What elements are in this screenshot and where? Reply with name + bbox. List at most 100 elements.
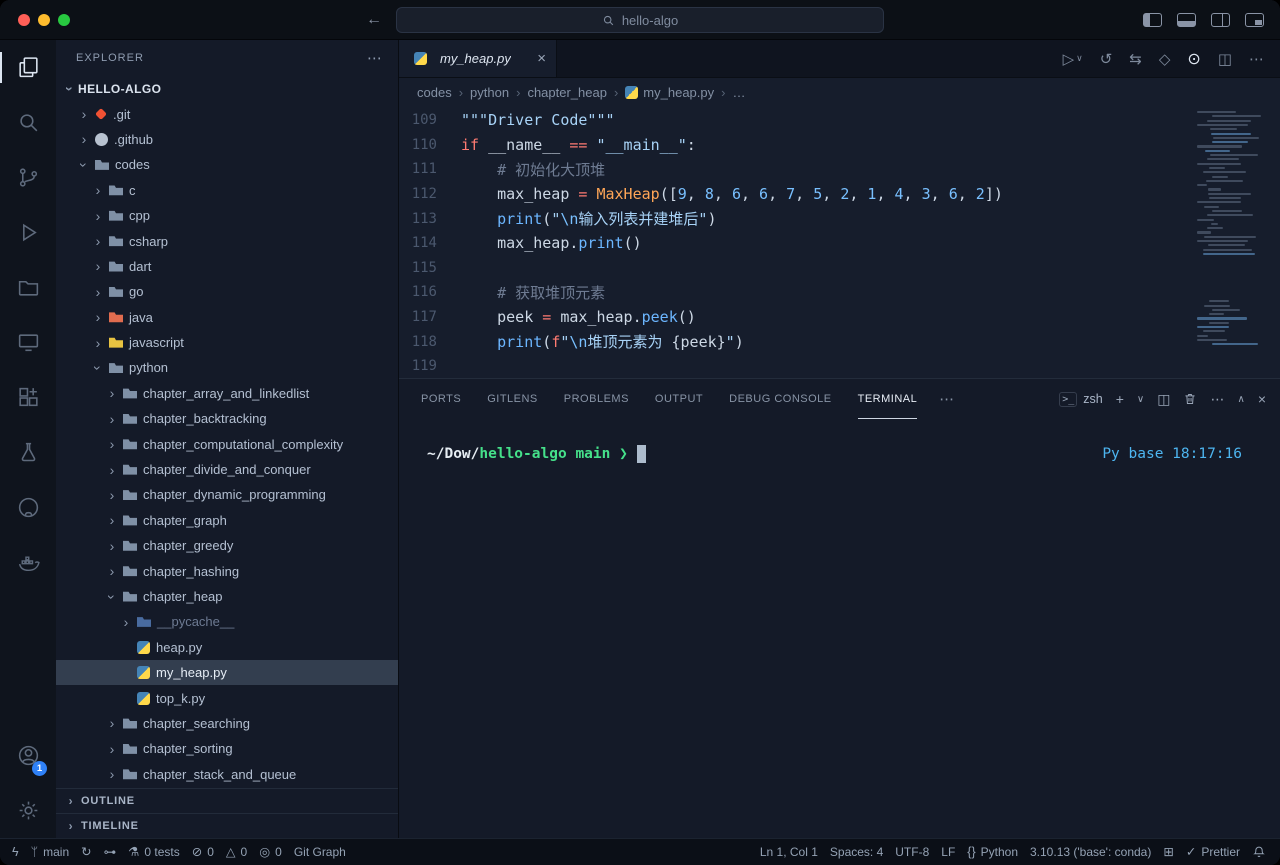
run-and-debug-icon[interactable] bbox=[0, 205, 56, 260]
panel-tab-problems[interactable]: PROBLEMS bbox=[564, 379, 629, 419]
tree-item-chapter_heap[interactable]: ›chapter_heap bbox=[56, 584, 398, 609]
local-history-icon[interactable]: ↺ bbox=[1100, 50, 1113, 68]
panel-tab-output[interactable]: OUTPUT bbox=[655, 379, 703, 419]
tree-item-chapter_stack_and_queue[interactable]: ›chapter_stack_and_queue bbox=[56, 762, 398, 787]
tree-item-.git[interactable]: ›.git bbox=[56, 101, 398, 126]
test-results[interactable]: ⚗0 tests bbox=[122, 839, 186, 865]
tree-item-__pycache__[interactable]: ›__pycache__ bbox=[56, 609, 398, 634]
new-terminal-button[interactable]: + bbox=[1116, 391, 1124, 407]
explorer-more-actions-icon[interactable]: ⋯ bbox=[367, 49, 382, 67]
remote-explorer-icon[interactable] bbox=[0, 315, 56, 370]
toggle-panel-icon[interactable] bbox=[1177, 13, 1196, 27]
prettier-status[interactable]: ✓Prettier bbox=[1180, 839, 1246, 865]
panel-tab-debug-console[interactable]: DEBUG CONSOLE bbox=[729, 379, 831, 419]
tree-item-chapter_divide_and_conquer[interactable]: ›chapter_divide_and_conquer bbox=[56, 457, 398, 482]
tree-item-chapter_graph[interactable]: ›chapter_graph bbox=[56, 508, 398, 533]
git-graph-icon-item[interactable]: ⊶ bbox=[98, 839, 123, 865]
customize-layout-icon[interactable] bbox=[1245, 13, 1264, 27]
breadcrumb-item-python[interactable]: python bbox=[470, 85, 509, 100]
github-icon[interactable] bbox=[0, 480, 56, 535]
close-panel-icon[interactable]: × bbox=[1258, 391, 1266, 407]
close-window-button[interactable] bbox=[18, 14, 30, 26]
remote-indicator[interactable]: ϟ bbox=[6, 839, 25, 865]
timeline-section-header[interactable]: › TIMELINE bbox=[56, 813, 398, 838]
docker-icon[interactable] bbox=[0, 535, 56, 590]
kill-terminal-button[interactable] bbox=[1183, 392, 1197, 406]
source-control-icon[interactable] bbox=[0, 150, 56, 205]
tree-item-chapter_hashing[interactable]: ›chapter_hashing bbox=[56, 558, 398, 583]
tree-item-c[interactable]: ›c bbox=[56, 178, 398, 203]
navigate-back-button[interactable]: ← bbox=[366, 11, 382, 29]
zoom-window-button[interactable] bbox=[58, 14, 70, 26]
minimap[interactable] bbox=[1194, 108, 1268, 358]
extension-status-icon[interactable]: ⊞ bbox=[1157, 839, 1179, 865]
tree-item-.github[interactable]: ›.github bbox=[56, 127, 398, 152]
breadcrumb-item-chapter-heap[interactable]: chapter_heap bbox=[527, 85, 607, 100]
tree-item-top_k.py[interactable]: ›top_k.py bbox=[56, 685, 398, 710]
project-folders-icon[interactable] bbox=[0, 260, 56, 315]
terminal-cursor[interactable] bbox=[637, 445, 646, 463]
cursor-position[interactable]: Ln 1, Col 1 bbox=[754, 839, 824, 865]
maximize-panel-icon[interactable]: ∧ bbox=[1237, 394, 1244, 405]
tree-item-chapter_backtracking[interactable]: ›chapter_backtracking bbox=[56, 406, 398, 431]
git-branch[interactable]: ᛘmain bbox=[25, 839, 76, 865]
errors[interactable]: ⊘0 bbox=[186, 839, 220, 865]
tree-item-chapter_computational_complexity[interactable]: ›chapter_computational_complexity bbox=[56, 431, 398, 456]
tree-item-java[interactable]: ›java bbox=[56, 305, 398, 330]
tree-item-chapter_sorting[interactable]: ›chapter_sorting bbox=[56, 736, 398, 761]
sync-changes[interactable]: ↻ bbox=[75, 839, 97, 865]
close-tab-icon[interactable]: × bbox=[537, 50, 546, 67]
search-icon[interactable] bbox=[0, 95, 56, 150]
extensions-icon[interactable] bbox=[0, 370, 56, 425]
tree-item-my_heap.py[interactable]: ›my_heap.py bbox=[56, 660, 398, 685]
testing-icon[interactable] bbox=[0, 425, 56, 480]
split-terminal-button[interactable]: ◫ bbox=[1157, 391, 1170, 408]
tree-item-csharp[interactable]: ›csharp bbox=[56, 228, 398, 253]
minimize-window-button[interactable] bbox=[38, 14, 50, 26]
gitlens-annotations-icon[interactable]: ◇ bbox=[1159, 50, 1171, 68]
tree-item-chapter_searching[interactable]: ›chapter_searching bbox=[56, 711, 398, 736]
panel-tabs-more-icon[interactable]: ⋯ bbox=[939, 390, 954, 408]
run-python-file-icon[interactable]: ⊙ bbox=[1187, 49, 1200, 69]
editor-more-actions-icon[interactable]: ⋯ bbox=[1249, 50, 1264, 68]
panel-tab-terminal[interactable]: TERMINAL bbox=[858, 379, 918, 419]
breadcrumb-item-codes[interactable]: codes bbox=[417, 85, 452, 100]
open-changes-icon[interactable]: ⇆ bbox=[1129, 50, 1142, 68]
outline-section-header[interactable]: › OUTLINE bbox=[56, 788, 398, 813]
tree-item-chapter_dynamic_programming[interactable]: ›chapter_dynamic_programming bbox=[56, 482, 398, 507]
tree-item-python[interactable]: ›python bbox=[56, 355, 398, 380]
tree-item-heap.py[interactable]: ›heap.py bbox=[56, 635, 398, 660]
notifications-bell-icon[interactable] bbox=[1252, 845, 1266, 859]
tree-item-go[interactable]: ›go bbox=[56, 279, 398, 304]
terminal-shell-item[interactable]: >_ zsh bbox=[1059, 392, 1103, 407]
toggle-primary-sidebar-icon[interactable] bbox=[1143, 13, 1162, 27]
git-graph[interactable]: Git Graph bbox=[288, 839, 352, 865]
encoding[interactable]: UTF-8 bbox=[889, 839, 935, 865]
terminal[interactable]: ~/Dow/hello-algo main ❯ Py base 18:17:16 bbox=[399, 419, 1280, 838]
code-editor[interactable]: 109"""Driver Code"""110if __name__ == "_… bbox=[399, 106, 1280, 378]
panel-tab-gitlens[interactable]: GITLENS bbox=[487, 379, 538, 419]
panel-more-actions-icon[interactable]: ⋯ bbox=[1210, 391, 1224, 408]
panel-tab-ports[interactable]: PORTS bbox=[421, 379, 461, 419]
tree-item-dart[interactable]: ›dart bbox=[56, 254, 398, 279]
toggle-secondary-sidebar-icon[interactable] bbox=[1211, 13, 1230, 27]
tree-item-chapter_array_and_linkedlist[interactable]: ›chapter_array_and_linkedlist bbox=[56, 381, 398, 406]
forwarded-ports[interactable]: ◎0 bbox=[253, 839, 288, 865]
tree-item-cpp[interactable]: ›cpp bbox=[56, 203, 398, 228]
terminal-dropdown-icon[interactable]: ∨ bbox=[1137, 394, 1144, 405]
language-mode[interactable]: {}Python bbox=[961, 839, 1024, 865]
tree-item-hello-algo[interactable]: ›HELLO-ALGO bbox=[56, 76, 398, 101]
tree-item-chapter_greedy[interactable]: ›chapter_greedy bbox=[56, 533, 398, 558]
python-interpreter[interactable]: 3.10.13 ('base': conda) bbox=[1024, 839, 1157, 865]
tree-item-javascript[interactable]: ›javascript bbox=[56, 330, 398, 355]
run-dropdown-icon[interactable]: ∨ bbox=[1076, 53, 1083, 64]
breadcrumb-item--[interactable]: … bbox=[732, 85, 745, 100]
accounts-icon[interactable]: 1 bbox=[0, 728, 56, 783]
command-center-search[interactable]: hello-algo bbox=[396, 7, 884, 33]
indentation[interactable]: Spaces: 4 bbox=[824, 839, 889, 865]
run-file-button[interactable]: ▷∨ bbox=[1063, 50, 1083, 68]
split-editor-icon[interactable]: ◫ bbox=[1218, 50, 1232, 68]
tab-my-heap-py[interactable]: my_heap.py × bbox=[399, 40, 557, 77]
tree-item-codes[interactable]: ›codes bbox=[56, 152, 398, 177]
explorer-icon[interactable] bbox=[0, 40, 56, 95]
